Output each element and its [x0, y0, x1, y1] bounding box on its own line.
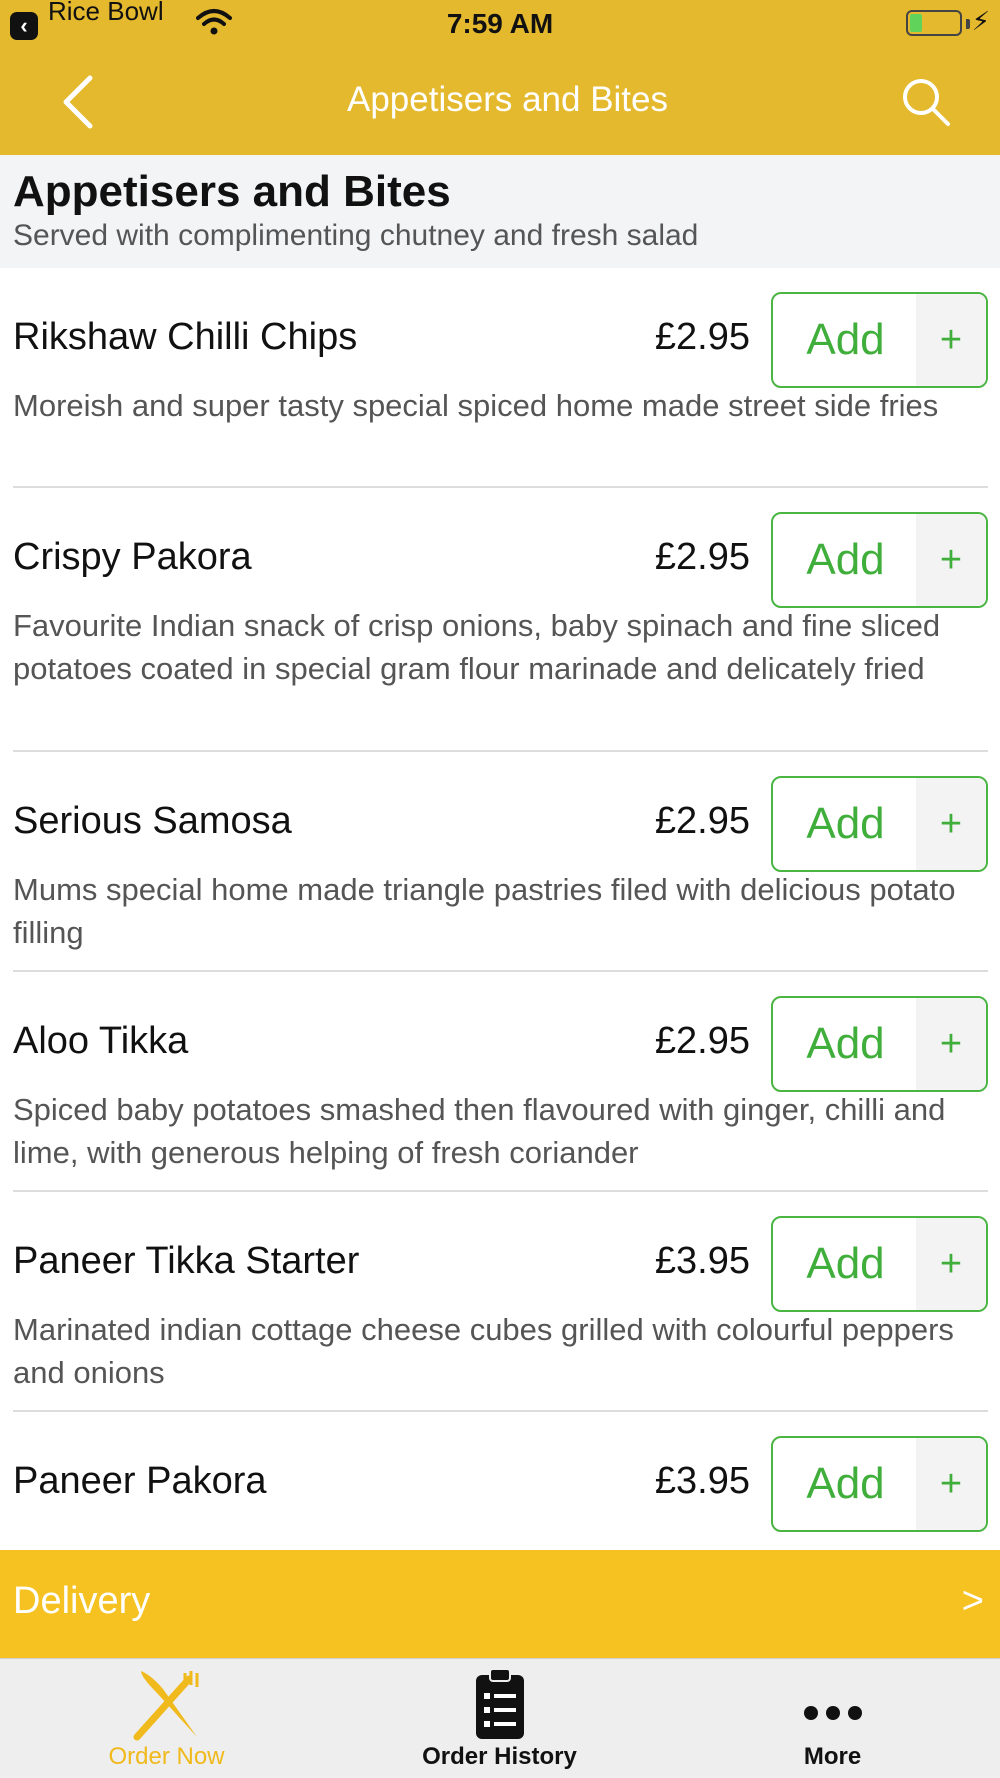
status-bar: ‹ Rice Bowl 7:59 AM ⚡: [0, 0, 1000, 50]
menu-item-list[interactable]: Rikshaw Chilli Chips £2.95 Add + Moreish…: [0, 268, 1000, 1550]
tab-label: Order Now: [108, 1743, 225, 1770]
menu-item[interactable]: Crispy Pakora £2.95 Add + Favourite Indi…: [13, 488, 988, 752]
add-button-label: Add: [806, 1459, 885, 1508]
navigation-bar: Appetisers and Bites: [0, 50, 1000, 155]
battery-icon: [906, 10, 962, 36]
section-header: Appetisers and Bites Served with complim…: [0, 155, 1000, 268]
plus-icon: +: [916, 514, 986, 606]
tab-order-history[interactable]: Order History: [333, 1659, 666, 1778]
menu-item[interactable]: Rikshaw Chilli Chips £2.95 Add + Moreish…: [13, 268, 988, 488]
add-button-label: Add: [806, 799, 885, 848]
add-button[interactable]: Add +: [771, 512, 988, 608]
plus-icon: +: [916, 1218, 986, 1310]
menu-item[interactable]: Aloo Tikka £2.95 Add + Spiced baby potat…: [13, 972, 988, 1192]
item-name: Paneer Tikka Starter: [13, 1240, 360, 1282]
add-button[interactable]: Add +: [771, 776, 988, 872]
menu-item[interactable]: Serious Samosa £2.95 Add + Mums special …: [13, 752, 988, 972]
add-button-label: Add: [806, 1239, 885, 1288]
search-icon[interactable]: [900, 76, 952, 128]
menu-item[interactable]: Paneer Tikka Starter £3.95 Add + Marinat…: [13, 1192, 988, 1412]
item-description: Moreish and super tasty special spiced h…: [13, 388, 939, 423]
item-name: Rikshaw Chilli Chips: [13, 316, 358, 358]
add-button[interactable]: Add +: [771, 1216, 988, 1312]
add-button[interactable]: Add +: [771, 292, 988, 388]
item-price: £2.95: [654, 536, 750, 578]
item-name: Serious Samosa: [13, 800, 292, 842]
tab-bar: Order Now Order History More: [0, 1658, 1000, 1778]
item-price: £3.95: [654, 1460, 750, 1502]
delivery-bar[interactable]: Delivery >: [0, 1550, 1000, 1658]
battery-nub: [966, 19, 970, 29]
tab-order-now[interactable]: Order Now: [0, 1659, 333, 1778]
chevron-right-icon: >: [961, 1580, 984, 1622]
add-button[interactable]: Add +: [771, 996, 988, 1092]
tab-label: More: [803, 1743, 862, 1770]
tab-label: Order History: [422, 1743, 577, 1770]
plus-icon: +: [916, 998, 986, 1090]
plus-icon: +: [916, 294, 986, 386]
item-name: Aloo Tikka: [13, 1020, 189, 1062]
tab-more[interactable]: More: [666, 1659, 999, 1778]
charging-bolt-icon: ⚡: [971, 6, 990, 36]
item-description: Spiced baby potatoes smashed then flavou…: [13, 1092, 946, 1170]
plus-icon: +: [916, 1438, 986, 1530]
add-button-label: Add: [806, 315, 885, 364]
item-price: £2.95: [654, 316, 750, 358]
plus-icon: +: [916, 778, 986, 870]
section-title: Appetisers and Bites: [13, 167, 451, 216]
item-description: Marinated indian cottage cheese cubes gr…: [13, 1312, 954, 1390]
more-dots-icon: [803, 1706, 862, 1720]
item-description: Favourite Indian snack of crisp onions, …: [13, 608, 941, 686]
add-button-label: Add: [806, 1019, 885, 1068]
item-name: Paneer Pakora: [13, 1460, 267, 1502]
add-button-label: Add: [806, 535, 885, 584]
item-name: Crispy Pakora: [13, 536, 252, 578]
page-title: Appetisers and Bites: [346, 80, 668, 119]
item-price: £2.95: [654, 800, 750, 842]
status-time: 7:59 AM: [446, 8, 554, 39]
menu-item[interactable]: Paneer Pakora £3.95 Add +: [13, 1412, 988, 1550]
section-subtitle: Served with complimenting chutney and fr…: [13, 219, 699, 252]
item-price: £3.95: [654, 1240, 750, 1282]
item-description: Mums special home made triangle pastries…: [13, 872, 956, 950]
fork-knife-icon: [133, 1671, 198, 1741]
clipboard-list-icon: [475, 1668, 524, 1739]
add-button[interactable]: Add +: [771, 1436, 988, 1532]
delivery-label: Delivery: [13, 1580, 151, 1622]
item-price: £2.95: [654, 1020, 750, 1062]
